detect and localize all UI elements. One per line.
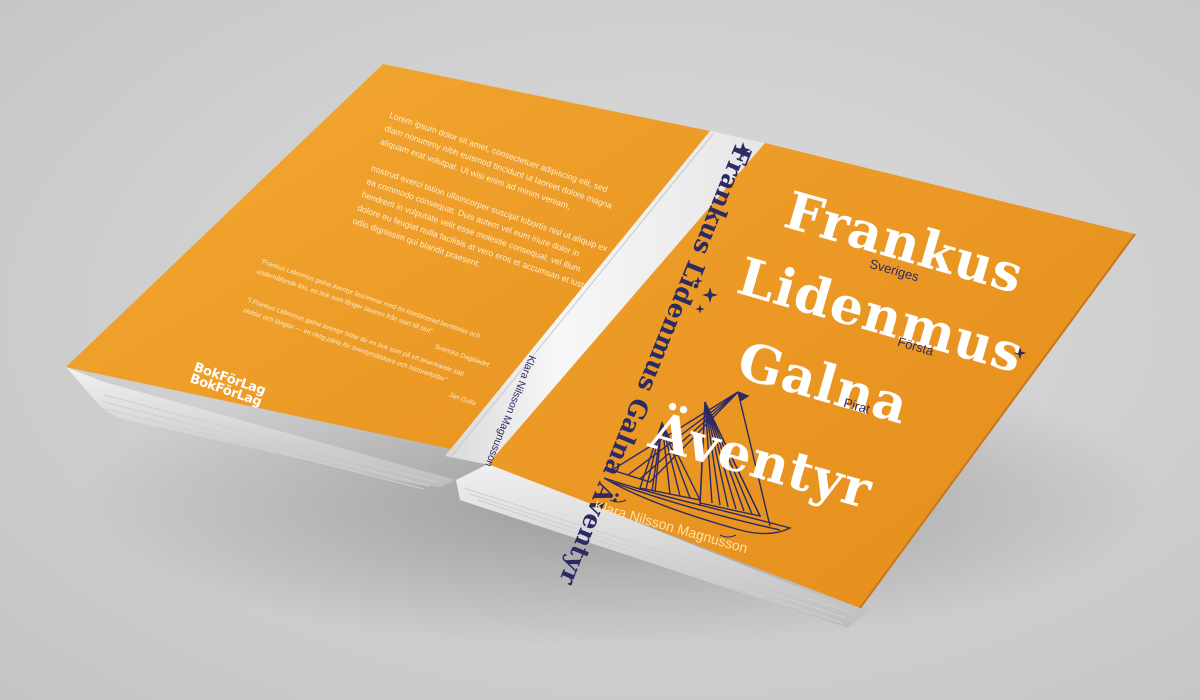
book-mockup-scene: Lorem ipsum dolor sit amet, consectetuer… [0,0,1200,700]
